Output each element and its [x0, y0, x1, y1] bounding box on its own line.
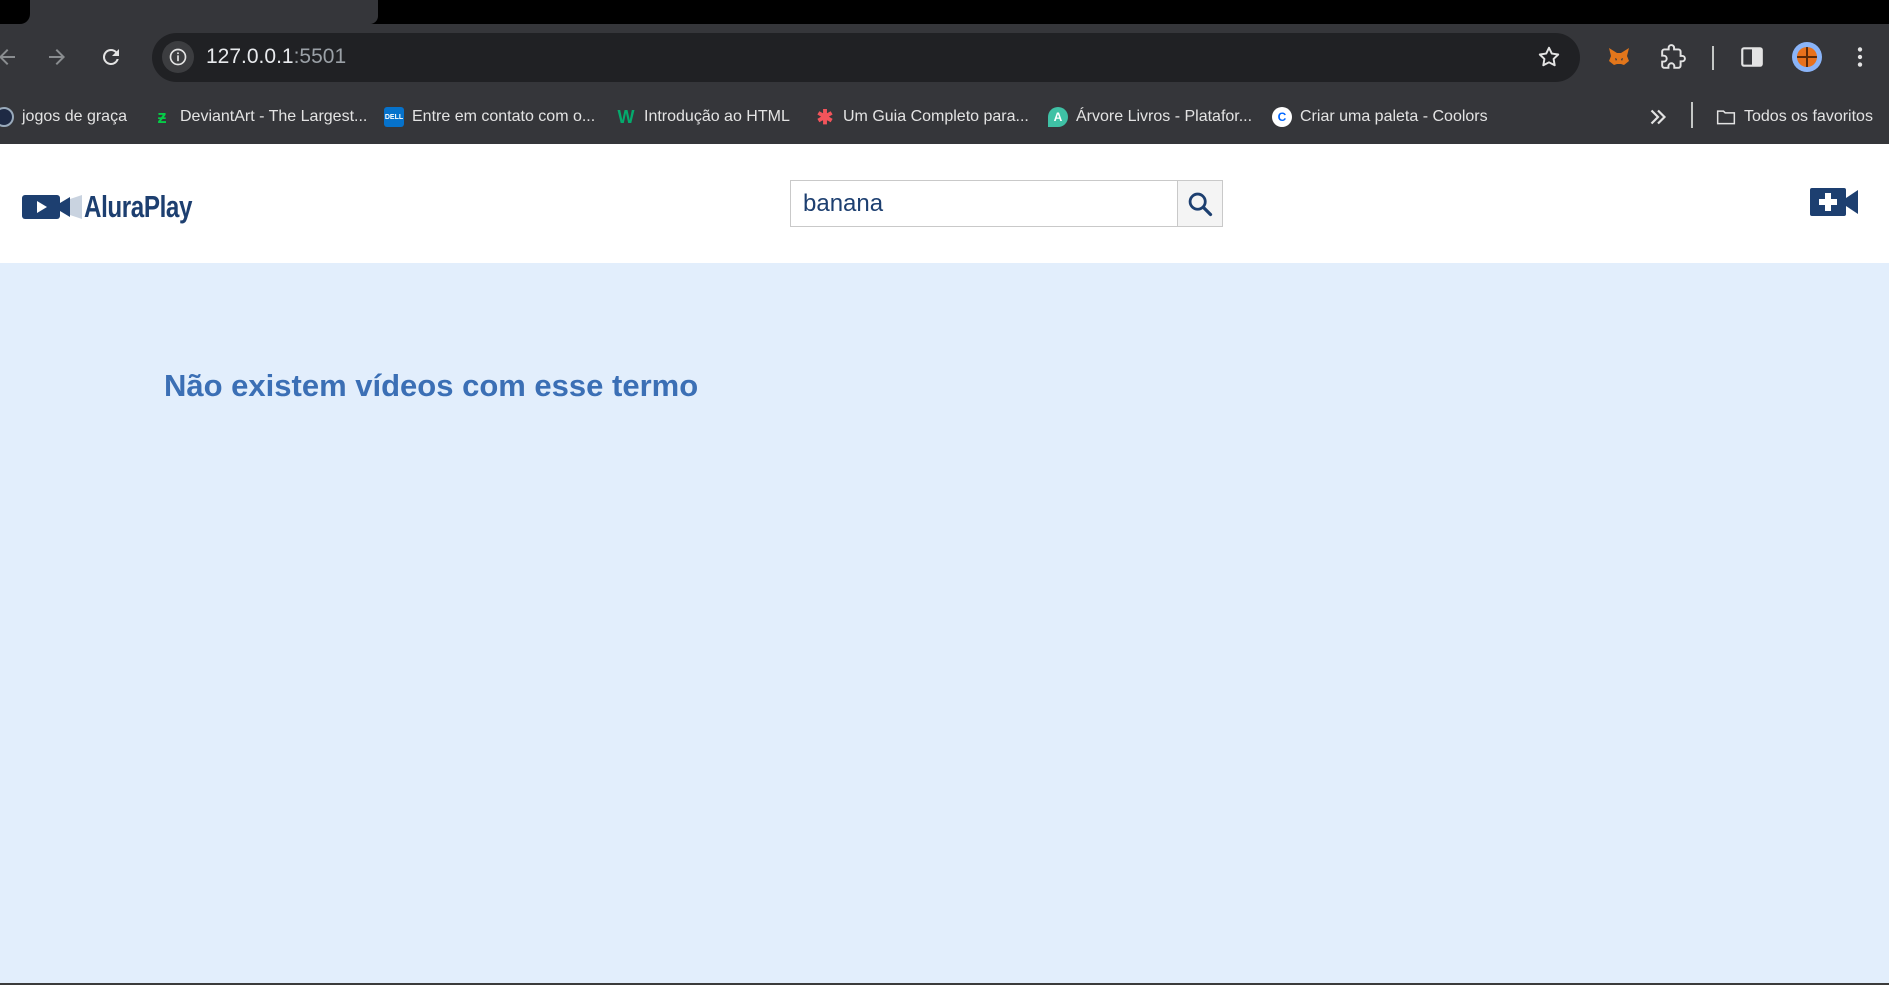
- url-port: :5501: [293, 45, 347, 68]
- browser-tab-inactive[interactable]: [378, 0, 1889, 24]
- search-button[interactable]: [1177, 180, 1223, 227]
- bookmark-item[interactable]: DELL Entre em contato com o...: [384, 104, 595, 130]
- bookmark-label: jogos de graça: [22, 108, 127, 125]
- reload-button[interactable]: [94, 40, 128, 74]
- extensions-puzzle-icon[interactable]: [1656, 40, 1690, 74]
- bookmark-star-icon[interactable]: [1536, 44, 1562, 70]
- bookmark-label: Um Guia Completo para...: [843, 108, 1029, 125]
- empty-results-message: Não existem vídeos com esse termo: [164, 368, 699, 403]
- bookmark-label: DeviantArt - The Largest...: [180, 108, 368, 125]
- w3-icon: W: [617, 106, 635, 127]
- all-bookmarks-label: Todos os favoritos: [1744, 108, 1873, 125]
- browser-menu-icon[interactable]: [1843, 40, 1877, 74]
- deviantart-icon: ƶ: [157, 106, 167, 127]
- bookmark-item[interactable]: ✱ Um Guia Completo para...: [815, 104, 1029, 130]
- site-info-icon[interactable]: [162, 41, 194, 73]
- url-host: 127.0.0.1: [206, 45, 294, 68]
- back-button[interactable]: [0, 40, 24, 74]
- arrow-left-icon: [0, 49, 15, 65]
- profile-avatar[interactable]: [1792, 42, 1822, 72]
- address-url[interactable]: 127.0.0.1:5501: [206, 45, 346, 69]
- asterisk-icon: ✱: [816, 106, 834, 129]
- forward-button[interactable]: [40, 40, 74, 74]
- bookmark-item[interactable]: ƶ DeviantArt - The Largest...: [152, 104, 368, 130]
- folder-icon: [1716, 110, 1736, 125]
- bookmark-label: Entre em contato com o...: [412, 108, 596, 125]
- bookmark-label: Introdução ao HTML: [644, 108, 790, 125]
- video-camera-logo-icon: [22, 195, 82, 219]
- bookmark-item[interactable]: jogos de graça: [0, 104, 127, 130]
- coolors-icon: C: [1272, 107, 1292, 127]
- arvore-icon: A: [1048, 107, 1068, 127]
- address-bar[interactable]: 127.0.0.1:5501: [152, 33, 1580, 82]
- browser-toolbar: 127.0.0.1:5501: [0, 24, 1889, 90]
- browser-tab-active[interactable]: [0, 0, 378, 24]
- toolbar-divider: [1712, 46, 1714, 70]
- bookmark-label: Árvore Livros - Platafor...: [1076, 108, 1253, 125]
- chevron-double-right-icon[interactable]: [1645, 104, 1671, 130]
- logo-text: AluraPlay: [84, 189, 193, 224]
- bookmarks-bar: jogos de graça ƶ DeviantArt - The Larges…: [0, 90, 1889, 144]
- reload-icon: [102, 48, 119, 65]
- side-panel-icon[interactable]: [1735, 40, 1769, 74]
- all-bookmarks-folder[interactable]: Todos os favoritos: [1716, 104, 1873, 130]
- browser-tab-strip: [0, 0, 1889, 24]
- bookmark-label: Criar uma paleta - Coolors: [1300, 108, 1488, 125]
- bookmark-item[interactable]: W Introdução ao HTML: [616, 104, 790, 130]
- site-header: AluraPlay: [0, 144, 1889, 263]
- dell-icon: DELL: [384, 107, 404, 127]
- search-input[interactable]: [790, 180, 1177, 227]
- site-logo[interactable]: AluraPlay: [22, 186, 223, 228]
- metamask-extension-icon[interactable]: [1602, 40, 1636, 74]
- bookmark-item[interactable]: C Criar uma paleta - Coolors: [1272, 104, 1488, 130]
- add-video-button[interactable]: [1810, 186, 1858, 218]
- gamepad-icon: [0, 107, 14, 127]
- search-form: [790, 180, 1223, 227]
- basketball-icon: [1797, 47, 1817, 67]
- search-icon: [1188, 192, 1213, 216]
- arrow-right-icon: [49, 49, 65, 65]
- bookmarks-divider: [1691, 102, 1693, 128]
- bookmark-item[interactable]: A Árvore Livros - Platafor...: [1048, 104, 1252, 130]
